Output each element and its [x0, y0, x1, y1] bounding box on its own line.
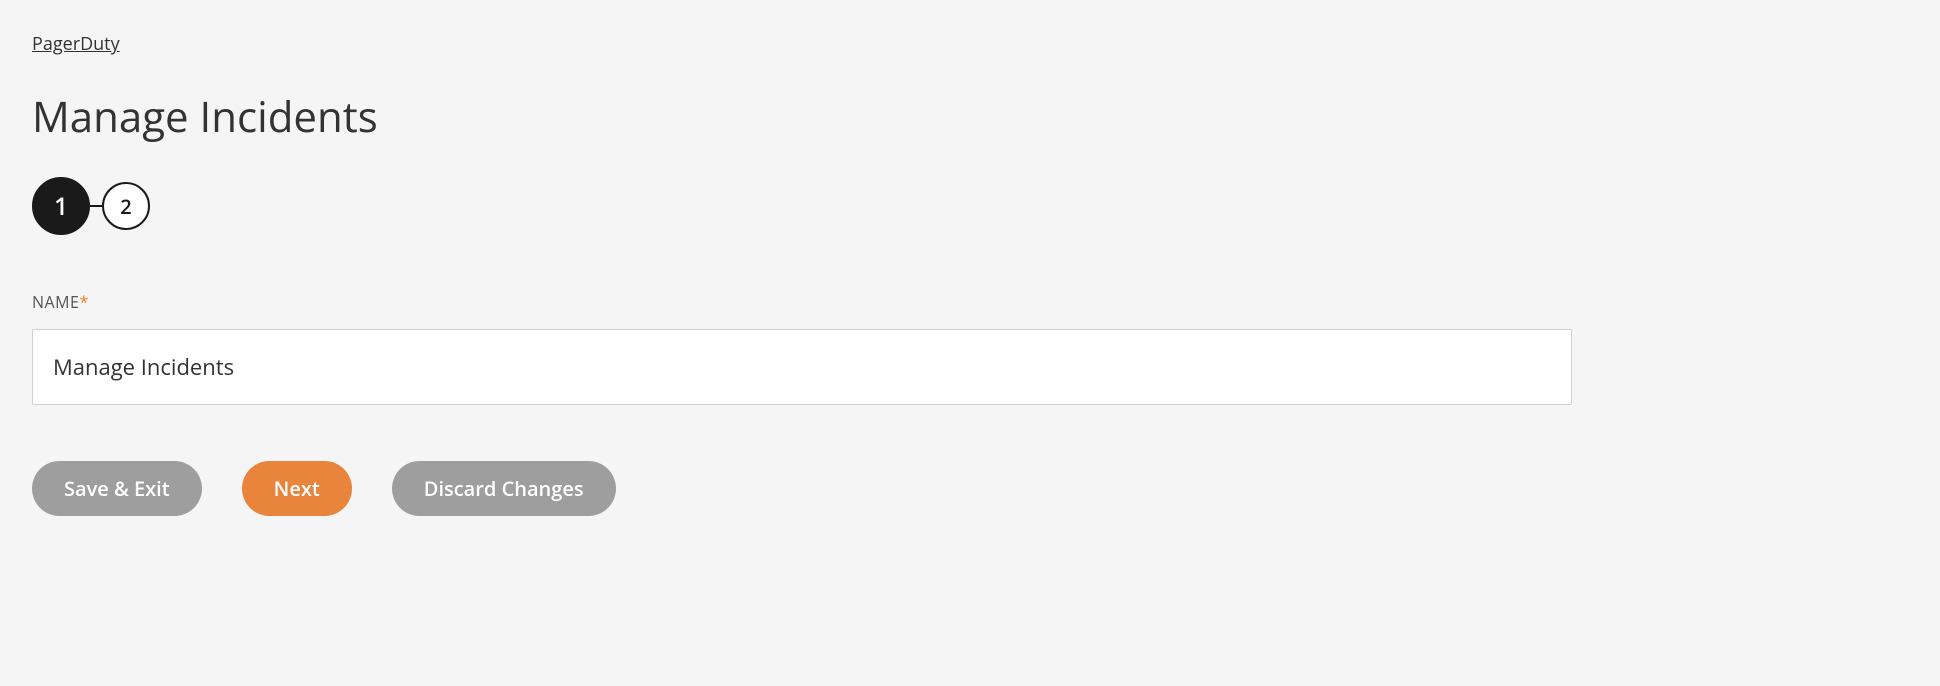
save-exit-button[interactable]: Save & Exit [32, 461, 202, 516]
step-connector [90, 205, 102, 207]
step-2[interactable]: 2 [102, 182, 150, 230]
name-label: NAME* [32, 291, 1572, 313]
button-row: Save & Exit Next Discard Changes [32, 461, 1572, 516]
name-input[interactable] [32, 329, 1572, 405]
name-label-text: NAME [32, 291, 79, 313]
next-button[interactable]: Next [242, 461, 352, 516]
breadcrumb-parent-link[interactable]: PagerDuty [32, 32, 120, 56]
breadcrumb: PagerDuty [32, 32, 1572, 56]
stepper: 1 2 [32, 177, 1572, 235]
page-title: Manage Incidents [32, 88, 1572, 145]
required-asterisk: * [79, 291, 88, 313]
step-1[interactable]: 1 [32, 177, 90, 235]
discard-changes-button[interactable]: Discard Changes [392, 461, 616, 516]
name-field-group: NAME* [32, 291, 1572, 405]
